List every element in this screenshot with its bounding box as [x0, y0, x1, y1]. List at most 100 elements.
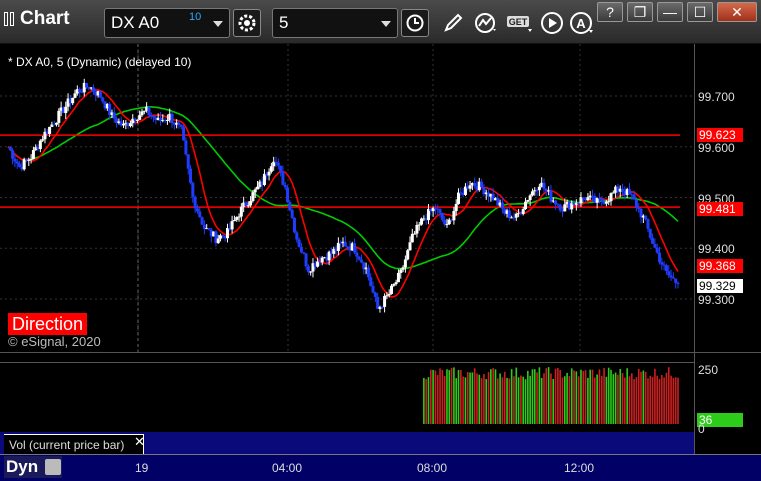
- candle-body: [8, 146, 12, 151]
- volume-bar: [633, 379, 635, 424]
- candle-body: [438, 209, 442, 213]
- volume-bar: [494, 369, 497, 424]
- help-button[interactable]: ?: [597, 2, 623, 22]
- volume-bar: [436, 374, 439, 424]
- svg-text:A: A: [576, 16, 586, 31]
- volume-tick: 250: [698, 363, 719, 377]
- pencil-icon[interactable]: [439, 9, 467, 37]
- volume-bar: [661, 375, 663, 424]
- price-label-support: 99.481: [697, 202, 743, 216]
- candle-body: [383, 295, 387, 307]
- candle-body: [473, 183, 477, 187]
- volume-bar: [466, 372, 469, 424]
- candle-body: [410, 233, 414, 243]
- price-tick: 99.700: [698, 90, 735, 104]
- candle-body: [507, 210, 511, 219]
- volume-bar: [533, 369, 536, 424]
- time-label: 12:00: [564, 461, 595, 475]
- symbol-field[interactable]: DX A0 10: [104, 8, 230, 38]
- gear-icon[interactable]: [233, 9, 261, 37]
- interval-value: 5: [279, 13, 289, 32]
- study-icon[interactable]: [472, 9, 500, 37]
- volume-bar: [543, 373, 545, 424]
- candle-body: [38, 140, 42, 150]
- chevron-down-icon[interactable]: [381, 21, 391, 27]
- volume-bar: [621, 373, 624, 424]
- candle-body: [279, 165, 283, 172]
- lock-icon: [45, 459, 61, 475]
- volume-bar: [568, 375, 571, 424]
- volume-bar: [492, 368, 494, 424]
- candle-body: [530, 191, 534, 196]
- volume-bar: [434, 370, 437, 424]
- play-icon[interactable]: [538, 9, 566, 37]
- candle-body: [651, 237, 655, 244]
- candle-body: [627, 189, 631, 195]
- candle-body: [80, 92, 84, 94]
- volume-bar: [667, 367, 670, 424]
- candle-body: [514, 213, 518, 218]
- close-icon[interactable]: ✕: [134, 434, 145, 450]
- candle-body: [343, 241, 347, 247]
- volume-bar: [517, 377, 520, 424]
- candle-body: [457, 192, 461, 204]
- volume-bar: [508, 378, 511, 424]
- candle-body: [609, 193, 613, 202]
- candle-body: [664, 265, 668, 272]
- candle-body: [646, 219, 650, 229]
- restore-button[interactable]: ❐: [627, 2, 653, 22]
- time-axis-bar: [0, 455, 761, 481]
- volume-bar: [559, 369, 561, 424]
- candle-body: [184, 140, 188, 155]
- volume-bar: [441, 370, 444, 424]
- volume-tick: 0: [698, 422, 705, 436]
- volume-bar: [640, 371, 642, 424]
- candle-body: [408, 242, 412, 251]
- price-tick: 99.400: [698, 242, 735, 256]
- candle-body: [15, 161, 19, 164]
- candle-body: [577, 203, 581, 205]
- interval-field[interactable]: 5: [272, 8, 398, 38]
- candle-body: [73, 93, 77, 98]
- candle-body: [336, 242, 340, 251]
- candle-body: [286, 187, 290, 203]
- volume-bar: [596, 374, 598, 424]
- candle-body: [256, 186, 260, 190]
- maximize-button[interactable]: ☐: [687, 2, 713, 22]
- candle-body: [339, 242, 343, 244]
- volume-label: Vol (current price bar): [4, 434, 144, 454]
- candle-body: [528, 195, 532, 201]
- alert-icon[interactable]: A: [568, 9, 596, 37]
- candle-body: [290, 209, 294, 218]
- volume-bar: [637, 368, 640, 424]
- clock-icon[interactable]: [401, 9, 429, 37]
- volume-bar: [501, 377, 504, 424]
- get-icon[interactable]: GET: [506, 9, 534, 37]
- candle-body: [269, 166, 273, 172]
- candle-body: [554, 200, 558, 205]
- candle-body: [524, 201, 528, 210]
- volume-bar: [563, 376, 566, 424]
- candle-body: [443, 219, 447, 225]
- candle-body: [390, 285, 394, 294]
- volume-bar: [448, 370, 451, 424]
- candle-body: [655, 247, 659, 253]
- candle-body: [648, 228, 652, 238]
- close-button[interactable]: ✕: [717, 2, 757, 22]
- candle-body: [186, 154, 190, 169]
- volume-bar: [654, 368, 656, 424]
- minimize-button[interactable]: —: [657, 2, 683, 22]
- dynamic-mode-button[interactable]: Dyn: [4, 456, 62, 478]
- price-chart[interactable]: [0, 44, 761, 481]
- volume-bar: [658, 378, 661, 424]
- candle-body: [78, 89, 82, 93]
- candle-body: [239, 206, 243, 217]
- price-tick: 99.600: [698, 141, 735, 155]
- candle-body: [225, 228, 229, 239]
- chevron-down-icon[interactable]: [213, 21, 223, 27]
- volume-bar: [603, 368, 605, 424]
- volume-bar: [584, 370, 587, 424]
- volume-bar: [610, 369, 612, 424]
- volume-bar: [427, 377, 430, 424]
- candle-body: [292, 217, 296, 233]
